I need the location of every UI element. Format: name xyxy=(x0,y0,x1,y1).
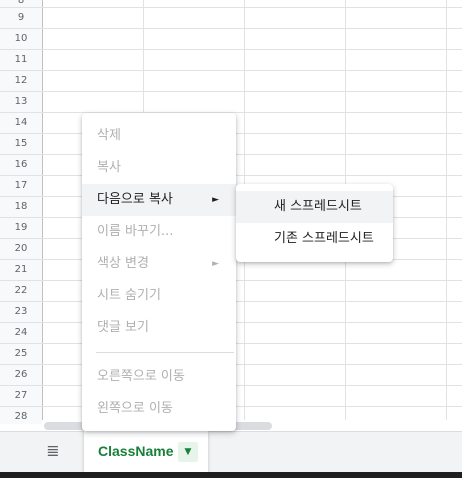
menu-item-move-right: 오른쪽으로 이동 xyxy=(82,361,236,393)
menu-separator xyxy=(96,352,234,353)
row-header: 8 9 10 11 12 13 14 15 16 17 18 19 20 21 … xyxy=(0,0,43,424)
menu-item-move-left: 왼쪽으로 이동 xyxy=(82,393,236,425)
copy-to-submenu: 새 스프레드시트 기존 스프레드시트 xyxy=(236,184,393,262)
window-bottom-edge xyxy=(0,472,462,478)
menu-item-copy: 복사 xyxy=(82,152,236,184)
menu-item-label: 시트 숨기기 xyxy=(97,288,161,303)
row-number[interactable]: 23 xyxy=(0,301,42,322)
menu-item-view-comments: 댓글 보기 xyxy=(82,312,236,344)
row-divider xyxy=(0,70,462,71)
row-number[interactable]: 27 xyxy=(0,385,42,406)
menu-item-copy-to[interactable]: 다음으로 복사 ► xyxy=(82,184,236,216)
menu-item-hide-sheet: 시트 숨기기 xyxy=(82,280,236,312)
row-number[interactable]: 28 xyxy=(0,406,42,424)
menu-item-label: 댓글 보기 xyxy=(97,320,149,335)
row-number[interactable]: 14 xyxy=(0,112,42,133)
menu-item-delete: 삭제 xyxy=(82,120,236,152)
sheet-tab-classname[interactable]: ClassName ▼ xyxy=(84,431,208,472)
row-number[interactable]: 10 xyxy=(0,28,42,49)
sheet-tab-bar xyxy=(0,431,462,473)
menu-item-label: 왼쪽으로 이동 xyxy=(97,401,173,416)
dropdown-caret-icon[interactable]: ▼ xyxy=(178,442,198,462)
column-divider xyxy=(446,0,447,424)
submenu-item-label: 기존 스프레드시트 xyxy=(274,231,374,246)
submenu-item-existing-spreadsheet[interactable]: 기존 스프레드시트 xyxy=(236,223,393,255)
row-number[interactable]: 26 xyxy=(0,364,42,385)
submenu-arrow-icon: ► xyxy=(212,195,219,205)
menu-item-label: 복사 xyxy=(97,160,121,175)
row-number[interactable]: 16 xyxy=(0,154,42,175)
all-sheets-menu-icon[interactable]: ≣ xyxy=(44,441,62,461)
submenu-arrow-icon: ► xyxy=(212,259,219,269)
menu-item-label: 오른쪽으로 이동 xyxy=(97,369,185,384)
menu-item-change-color: 색상 변경 ► xyxy=(82,248,236,280)
row-number[interactable]: 21 xyxy=(0,259,42,280)
row-number[interactable]: 13 xyxy=(0,91,42,112)
sheet-context-menu: 삭제 복사 다음으로 복사 ► 이름 바꾸기... 색상 변경 ► 시트 숨기기… xyxy=(82,113,236,431)
menu-item-rename: 이름 바꾸기... xyxy=(82,216,236,248)
row-divider xyxy=(0,7,462,8)
menu-item-label: 삭제 xyxy=(97,128,121,143)
submenu-item-label: 새 스프레드시트 xyxy=(274,199,362,214)
row-divider xyxy=(0,49,462,50)
row-number[interactable]: 12 xyxy=(0,70,42,91)
row-number[interactable]: 11 xyxy=(0,49,42,70)
menu-item-label: 이름 바꾸기... xyxy=(97,224,174,239)
menu-item-label: 다음으로 복사 xyxy=(97,192,173,207)
row-number[interactable]: 18 xyxy=(0,196,42,217)
row-number[interactable]: 19 xyxy=(0,217,42,238)
row-divider xyxy=(0,28,462,29)
row-number[interactable]: 20 xyxy=(0,238,42,259)
row-number[interactable]: 17 xyxy=(0,175,42,196)
row-number[interactable]: 24 xyxy=(0,322,42,343)
sheet-tab-label: ClassName xyxy=(98,443,174,459)
row-divider xyxy=(0,91,462,92)
submenu-item-new-spreadsheet[interactable]: 새 스프레드시트 xyxy=(236,191,393,223)
row-number[interactable]: 15 xyxy=(0,133,42,154)
menu-item-label: 색상 변경 xyxy=(97,256,149,271)
row-number[interactable]: 22 xyxy=(0,280,42,301)
row-number[interactable]: 9 xyxy=(0,7,42,28)
row-number[interactable]: 25 xyxy=(0,343,42,364)
